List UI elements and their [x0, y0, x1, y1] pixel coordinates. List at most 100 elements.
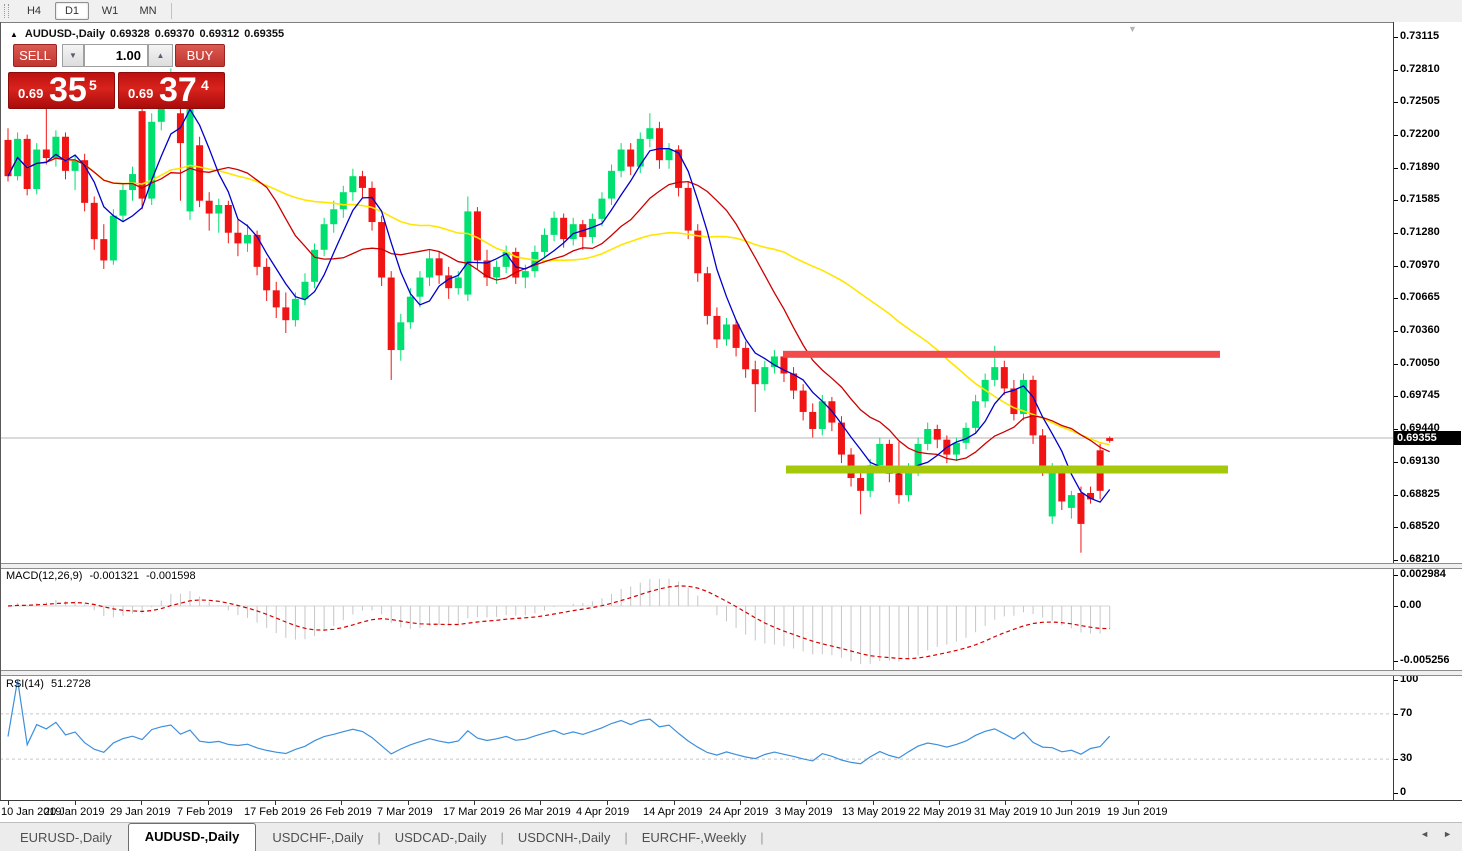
- price-axis-label-tick: [1394, 527, 1398, 528]
- price-axis-label: 0.70360: [1400, 324, 1440, 336]
- rsi-axis-label-tick: [1394, 793, 1398, 794]
- date-tick: [1071, 801, 1072, 805]
- sell-button[interactable]: SELL: [13, 44, 57, 67]
- price-axis-label: 0.72810: [1400, 63, 1440, 75]
- buy-button[interactable]: BUY: [175, 44, 225, 67]
- price-axis-label: 0.71280: [1400, 226, 1440, 238]
- tab-nav: ◄ ►: [1420, 829, 1452, 839]
- chart-shift-marker-icon[interactable]: ▼: [1128, 24, 1137, 34]
- tab-eurchf-weekly[interactable]: EURCHF-,Weekly: [628, 825, 761, 851]
- date-tick: [740, 801, 741, 805]
- date-tick: [939, 801, 940, 805]
- moving-average: [7, 156, 1110, 461]
- timeframe-button-d1[interactable]: D1: [55, 2, 89, 20]
- tab-usdcad-daily[interactable]: USDCAD-,Daily: [381, 825, 501, 851]
- date-tick: [141, 801, 142, 805]
- volume-increase-button[interactable]: ▲: [148, 44, 173, 67]
- tab-usdcnh-daily[interactable]: USDCNH-,Daily: [504, 825, 624, 851]
- symbol-name: AUDUSD-,Daily: [24, 28, 105, 40]
- date-label: 4 Apr 2019: [576, 806, 630, 818]
- rsi-axis-label-tick: [1394, 680, 1398, 681]
- pane-splitter-macd[interactable]: [0, 563, 1462, 569]
- tab-separator: |: [760, 830, 764, 845]
- one-click-trade-panel: SELL ▼ ▲ BUY 0.69 35 5 0.69 37 4: [8, 44, 225, 109]
- date-tick: [474, 801, 475, 805]
- timeframe-button-h4[interactable]: H4: [17, 2, 51, 20]
- price-axis-label-tick: [1394, 233, 1398, 234]
- macd-axis-label-tick: [1394, 606, 1398, 607]
- price-axis-label-tick: [1394, 364, 1398, 365]
- macd-value-signal: -0.001598: [146, 570, 196, 582]
- rsi-line: [7, 679, 1111, 765]
- pane-splitter-rsi[interactable]: [0, 670, 1462, 676]
- date-label: 7 Feb 2019: [177, 806, 233, 818]
- price-axis-label: 0.71585: [1400, 193, 1440, 205]
- timeframe-buttons: H4 D1 W1 MN: [15, 2, 167, 20]
- price-axis-label: 0.73115: [1400, 30, 1440, 42]
- tab-usdchf-daily[interactable]: USDCHF-,Daily: [258, 825, 377, 851]
- buy-price-box[interactable]: 0.69 37 4: [118, 71, 225, 109]
- date-tick: [75, 801, 76, 805]
- price-axis-label-tick: [1394, 495, 1398, 496]
- rsi-label-row: RSI(14) 51.2728: [6, 678, 95, 690]
- price-axis-label-tick: [1394, 168, 1398, 169]
- resistance-line: [783, 350, 1220, 358]
- date-tick: [341, 801, 342, 805]
- tab-audusd-daily[interactable]: AUDUSD-,Daily: [127, 823, 257, 851]
- date-label: 13 May 2019: [842, 806, 906, 818]
- price-axis-label: 0.68825: [1400, 488, 1440, 500]
- date-tick: [806, 801, 807, 805]
- rsi-axis-label: 70: [1400, 707, 1413, 719]
- trading-platform-window: H4 D1 W1 MN ▲ AUDUSD-,Daily 0.69328 0.69370…: [0, 0, 1462, 851]
- chart-tab-bar: EURUSD-,Daily AUDUSD-,Daily USDCHF-,Daily |…: [0, 822, 1462, 851]
- rsi-axis-label-tick: [1394, 759, 1398, 760]
- volume-input[interactable]: [84, 44, 148, 67]
- price-axis-label-tick: [1394, 102, 1398, 103]
- timeframe-button-w1[interactable]: W1: [93, 2, 127, 20]
- tab-nav-prev-icon[interactable]: ◄: [1420, 829, 1429, 839]
- macd-label: MACD(12,26,9): [6, 570, 83, 582]
- rsi-axis-label: 30: [1400, 752, 1413, 764]
- sell-price-big: 35: [49, 71, 87, 109]
- volume-decrease-button[interactable]: ▼: [62, 44, 84, 67]
- macd-axis-label-tick: [1394, 661, 1398, 662]
- price-axis-label-tick: [1394, 200, 1398, 201]
- date-label: 14 Apr 2019: [643, 806, 703, 818]
- ohlc-low: 0.69312: [199, 28, 240, 40]
- price-axis-label: 0.71890: [1400, 161, 1440, 173]
- rsi-pane[interactable]: [0, 675, 1393, 799]
- date-label: 20 Jan 2019: [44, 806, 105, 818]
- price-axis-label: 0.69745: [1400, 389, 1440, 401]
- chart-header: ▲ AUDUSD-,Daily 0.69328 0.69370 0.69312 …: [10, 27, 289, 41]
- rsi-label: RSI(14): [6, 678, 44, 690]
- price-axis-label-tick: [1394, 135, 1398, 136]
- buy-price-prefix: 0.69: [128, 86, 154, 101]
- rsi-axis-label: 0: [1400, 786, 1407, 798]
- moving-average: [7, 156, 1110, 446]
- tab-nav-next-icon[interactable]: ►: [1443, 829, 1452, 839]
- price-axis-label: 0.70970: [1400, 259, 1440, 271]
- tab-eurusd-daily[interactable]: EURUSD-,Daily: [6, 825, 126, 851]
- toolbar-grip[interactable]: [4, 4, 9, 18]
- chart-left-border: [0, 22, 1, 800]
- price-axis-label: 0.72200: [1400, 128, 1440, 140]
- sell-price-box[interactable]: 0.69 35 5: [8, 71, 115, 109]
- date-label: 7 Mar 2019: [377, 806, 433, 818]
- expand-triangle-icon[interactable]: ▲: [10, 30, 18, 39]
- macd-axis-label: -0.005256: [1400, 654, 1450, 666]
- price-axis-label-tick: [1394, 396, 1398, 397]
- date-label: 31 May 2019: [974, 806, 1038, 818]
- macd-signal-line: [7, 585, 1110, 660]
- price-axis-label: 0.68520: [1400, 520, 1440, 532]
- macd-pane[interactable]: [0, 568, 1393, 670]
- timeframe-button-mn[interactable]: MN: [131, 2, 165, 20]
- date-label: 19 Jun 2019: [1107, 806, 1168, 818]
- price-axis-label: 0.70050: [1400, 357, 1440, 369]
- support-line: [786, 465, 1228, 474]
- macd-axis-label: 0.002984: [1400, 568, 1446, 580]
- ohlc-high: 0.69370: [154, 28, 195, 40]
- macd-axis-label-tick: [1394, 575, 1398, 576]
- date-tick: [674, 801, 675, 805]
- date-label: 10 Jun 2019: [1040, 806, 1101, 818]
- date-tick: [8, 801, 9, 805]
